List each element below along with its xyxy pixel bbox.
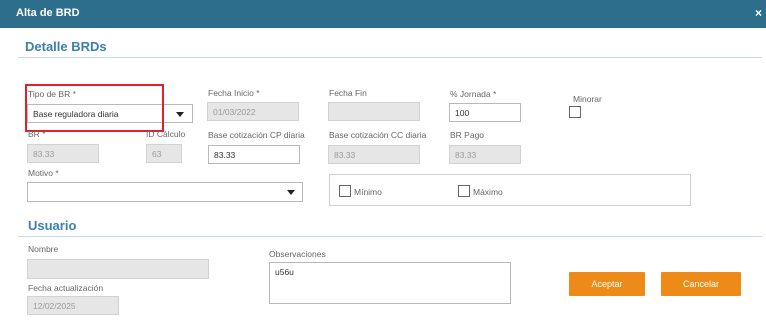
id-calculo-label: ID Cálculo xyxy=(146,129,186,139)
br-pago-label: BR Pago xyxy=(450,130,485,140)
id-calculo-field[interactable]: 63 xyxy=(146,144,182,163)
motivo-label: Motivo * xyxy=(28,168,59,178)
nombre-field[interactable] xyxy=(27,259,209,279)
jornada-field[interactable]: 100 xyxy=(449,103,521,122)
highlight-box xyxy=(25,84,164,132)
fecha-inicio-label: Fecha Inicio * xyxy=(208,88,260,98)
fecha-fin-field[interactable] xyxy=(328,102,420,121)
base-cc-label: Base cotización CC diaria xyxy=(329,130,427,140)
fecha-fin-label: Fecha Fin xyxy=(329,88,367,98)
br-pago-field[interactable]: 83.33 xyxy=(449,145,521,164)
base-cc-field[interactable]: 83.33 xyxy=(328,145,420,164)
br-label: BR * xyxy=(28,129,46,139)
window-title: Alta de BRD xyxy=(16,7,80,19)
section-title-usuario: Usuario xyxy=(28,218,77,233)
section-divider xyxy=(18,236,762,237)
minimo-checkbox[interactable] xyxy=(339,185,351,197)
aceptar-button[interactable]: Aceptar xyxy=(569,272,645,296)
limits-group xyxy=(329,174,691,206)
minorar-label: Minorar xyxy=(573,94,602,104)
base-cp-label: Base cotización CP diaria xyxy=(208,130,305,140)
chevron-down-icon[interactable] xyxy=(176,112,184,117)
minimo-label: Mínimo xyxy=(354,187,382,197)
base-cp-field[interactable]: 83.33 xyxy=(208,145,300,164)
nombre-label: Nombre xyxy=(28,244,59,254)
window-titlebar: Alta de BRD × xyxy=(0,0,766,28)
maximo-label: Máximo xyxy=(473,187,503,197)
fecha-actualizacion-field[interactable]: 12/02/2025 xyxy=(27,296,119,315)
cancelar-button[interactable]: Cancelar xyxy=(661,272,741,296)
jornada-label: % Jornada * xyxy=(450,89,497,99)
section-title-detalle: Detalle BRDs xyxy=(25,39,107,54)
section-divider xyxy=(18,57,762,58)
fecha-actualizacion-label: Fecha actualización xyxy=(28,283,104,293)
chevron-down-icon[interactable] xyxy=(287,190,295,195)
br-field[interactable]: 83.33 xyxy=(27,144,99,163)
observaciones-textarea[interactable]: u56u xyxy=(269,262,511,304)
minorar-checkbox[interactable] xyxy=(569,106,581,118)
observaciones-label: Observaciones xyxy=(269,249,326,259)
close-icon[interactable]: × xyxy=(755,6,762,20)
maximo-checkbox[interactable] xyxy=(458,185,470,197)
motivo-select[interactable] xyxy=(27,182,303,202)
fecha-inicio-field[interactable]: 01/03/2022 xyxy=(207,102,299,121)
